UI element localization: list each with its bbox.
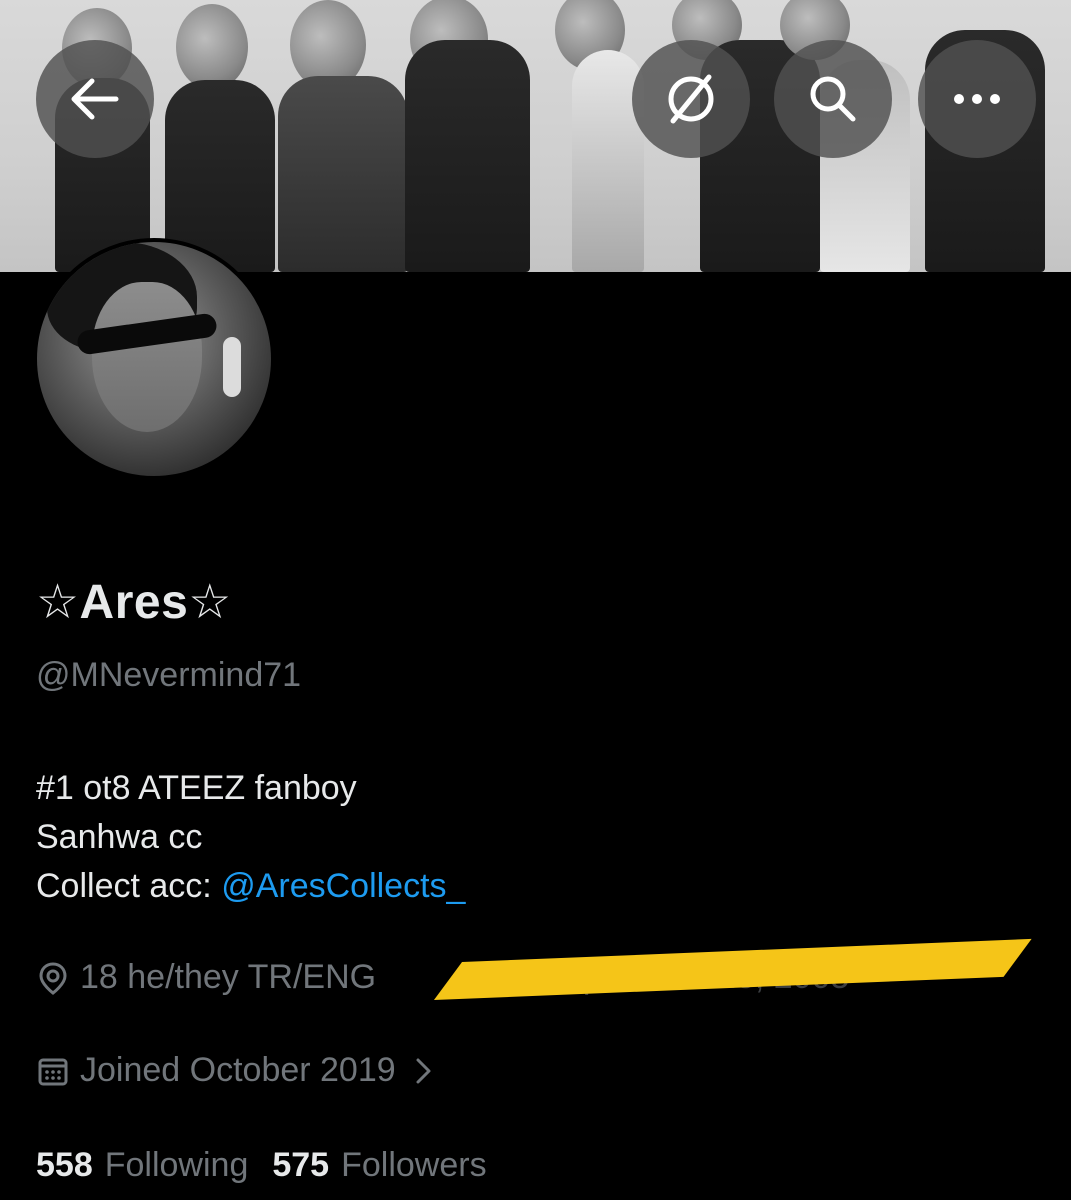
bio-line: Collect acc: @AresCollects_ [36,862,465,911]
profile-avatar[interactable] [33,238,275,480]
back-button[interactable] [36,40,154,158]
grok-icon [661,69,721,129]
bio-line: #1 ot8 ATEEZ fanboy [36,769,357,807]
followers-label: Followers [341,1146,487,1184]
followers-count: 575 [272,1146,330,1184]
profile-bio: #1 ot8 ATEEZ fanboy Sanhwa cc Collect ac… [36,764,465,911]
grok-button[interactable] [632,40,750,158]
display-name: ☆Ares☆ [36,576,232,629]
avatar-face [92,282,202,432]
search-button[interactable] [774,40,892,158]
location-text: 18 he/they TR/ENG [80,958,377,996]
following-count: 558 [36,1146,93,1184]
bio-line-prefix: Collect acc: [36,867,222,905]
calendar-icon [36,1054,70,1088]
location-pin-icon [36,961,70,995]
banner-figure-head [176,4,248,90]
chevron-right-icon [414,1056,434,1086]
avatar-background-light [223,337,241,397]
follow-stats: 558 Following 575 Followers [36,1146,487,1185]
joined-date-row[interactable]: Joined October 2019 [36,1051,434,1090]
profile-page: ☆Ares☆ @MNevermind71 #1 ot8 ATEEZ fanboy… [0,0,1071,1200]
following-link[interactable]: 558 Following [36,1146,248,1185]
bio-line: Sanhwa cc [36,818,203,856]
banner-figure [278,76,408,272]
user-handle: @MNevermind71 [36,656,302,694]
followers-link[interactable]: 575 Followers [272,1146,486,1185]
more-options-button[interactable] [918,40,1036,158]
following-label: Following [104,1146,249,1184]
profile-banner[interactable] [0,0,1071,272]
more-icon [952,93,1002,105]
mention-link[interactable]: @AresCollects_ [221,867,465,905]
joined-date-text: Joined October 2019 [80,1051,396,1089]
back-arrow-icon [70,77,120,121]
location-info: 18 he/they TR/ENG [36,958,376,997]
banner-figure [405,40,530,272]
search-icon [805,71,861,127]
